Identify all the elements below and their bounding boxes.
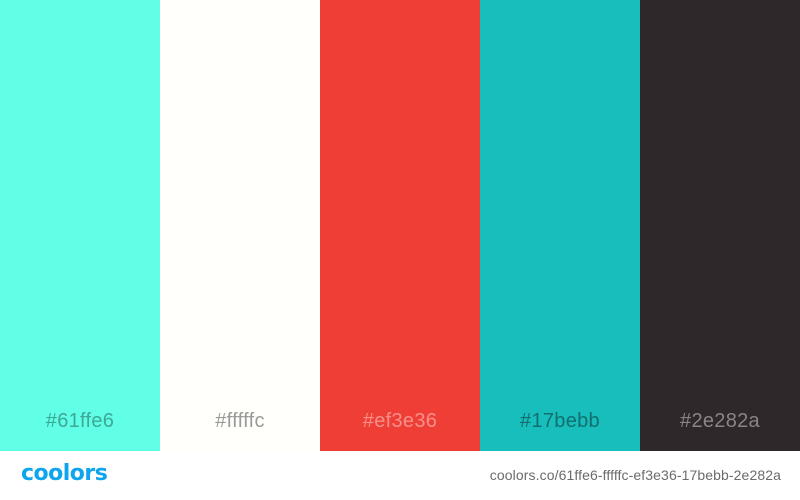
color-swatch-3[interactable]: #ef3e36 <box>320 0 480 451</box>
color-swatch-4[interactable]: #17bebb <box>480 0 640 451</box>
palette-url-link[interactable]: coolors.co/61ffe6-fffffc-ef3e36-17bebb-2… <box>490 467 781 483</box>
color-swatch-1[interactable]: #61ffe6 <box>0 0 160 451</box>
color-swatch-5[interactable]: #2e282a <box>640 0 800 451</box>
color-swatch-2[interactable]: #fffffc <box>160 0 320 451</box>
swatch-hex-label: #fffffc <box>215 410 265 432</box>
footer-bar: coolors coolors.co/61ffe6-fffffc-ef3e36-… <box>0 451 800 500</box>
swatch-hex-label: #61ffe6 <box>45 410 115 432</box>
swatch-hex-label: #2e282a <box>680 410 760 432</box>
color-palette: #61ffe6 #fffffc #ef3e36 #17bebb #2e282a <box>0 0 800 451</box>
coolors-logo[interactable]: coolors <box>21 461 108 486</box>
swatch-hex-label: #ef3e36 <box>362 410 438 432</box>
swatch-hex-label: #17bebb <box>520 410 600 432</box>
